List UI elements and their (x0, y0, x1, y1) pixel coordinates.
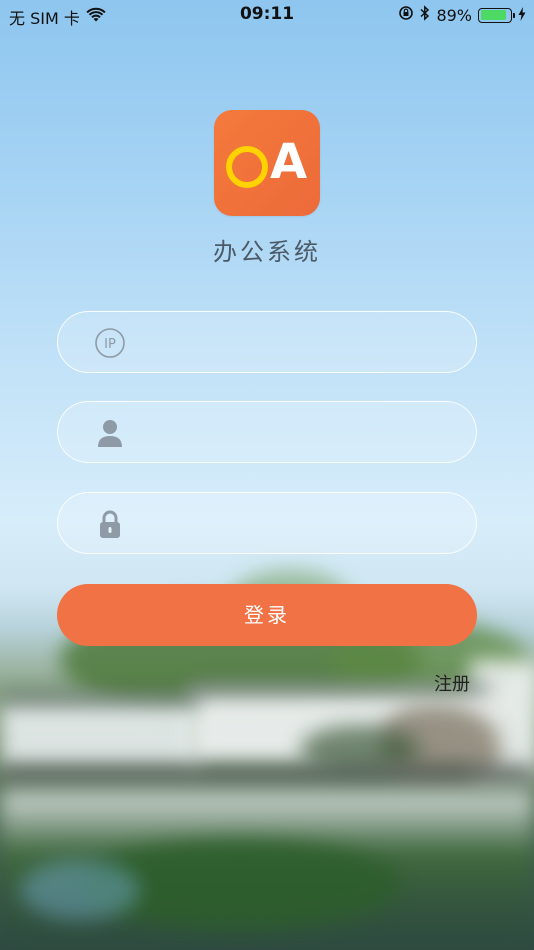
lock-icon (94, 508, 126, 540)
register-link[interactable]: 注册 (434, 670, 470, 696)
bluetooth-icon (420, 5, 430, 25)
ip-field[interactable]: IP (57, 311, 477, 374)
logo-letter: A (270, 134, 308, 190)
battery-fill (480, 10, 507, 20)
ip-icon: IP (94, 327, 126, 359)
password-input[interactable] (142, 493, 452, 555)
user-icon (94, 417, 126, 449)
login-screen: 无 SIM 卡 09:11 89% A 办公系统 IP 登录 注册 (0, 0, 534, 950)
svg-text:IP: IP (104, 337, 116, 352)
username-input[interactable] (142, 402, 452, 464)
username-field[interactable] (57, 401, 477, 464)
login-button[interactable]: 登录 (57, 584, 477, 646)
battery-icon (478, 7, 515, 23)
app-title: 办公系统 (213, 238, 321, 266)
password-field[interactable] (57, 492, 477, 555)
logo-circle (226, 146, 268, 188)
status-bar: 无 SIM 卡 09:11 89% (0, 0, 534, 30)
charging-icon (518, 6, 526, 25)
rotation-lock-icon (398, 5, 414, 25)
ip-input[interactable] (142, 312, 452, 374)
oa-logo-icon: A (214, 110, 320, 216)
battery-cap (512, 12, 515, 18)
status-right: 89% (398, 5, 526, 25)
battery-percent: 89% (436, 5, 472, 25)
